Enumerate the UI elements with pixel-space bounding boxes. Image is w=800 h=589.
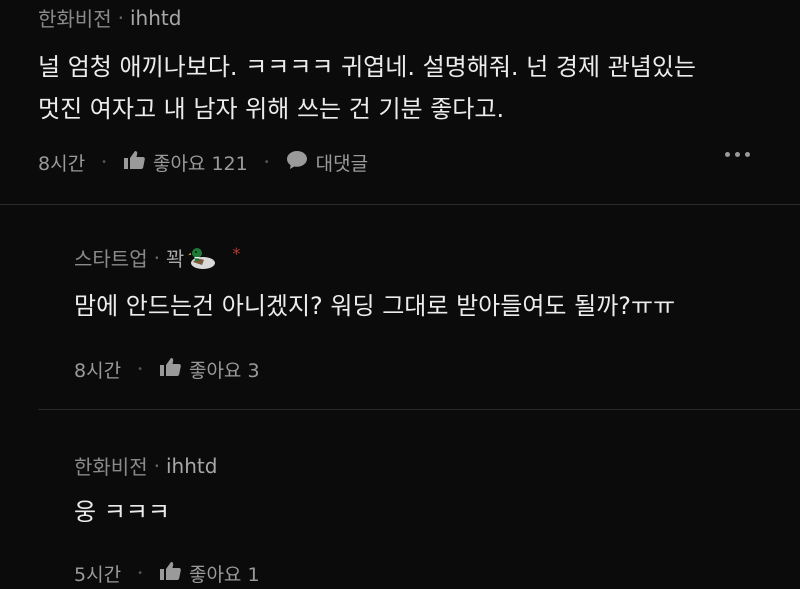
comment-meta: 한화비전 · ihhtd bbox=[38, 3, 181, 32]
like-button[interactable]: 좋아요 121 bbox=[123, 149, 248, 176]
comment-item: 한화비전 · ihhtd 널 엄청 애끼나보다. ㅋㅋㅋㅋ 귀엽네. 설명해줘.… bbox=[0, 0, 800, 205]
comment-actions: 8시간 • 좋아요 121 • 대댓글 bbox=[38, 149, 368, 176]
comment-time: 5시간 bbox=[74, 564, 122, 586]
star-badge: * bbox=[232, 244, 241, 263]
like-button[interactable]: 좋아요 3 bbox=[159, 356, 260, 383]
meta-separator: · bbox=[153, 245, 160, 270]
comment-meta: 스타트업 · 꽉 * bbox=[74, 243, 240, 272]
comment-time: 8시간 bbox=[38, 153, 86, 175]
author-name[interactable]: 스타트업 bbox=[74, 243, 148, 272]
action-separator: • bbox=[101, 157, 107, 168]
action-separator: • bbox=[137, 364, 143, 375]
duck-icon bbox=[188, 245, 218, 271]
comment-text: 맘에 안드는건 아니겠지? 워딩 그대로 받아들여도 될까?ㅠㅠ bbox=[74, 285, 675, 327]
reply-divider bbox=[38, 409, 800, 410]
comment-meta: 한화비전 · ihhtd bbox=[74, 451, 217, 480]
comment-actions: 8시간 • 좋아요 3 bbox=[74, 356, 260, 383]
comment-time: 8시간 bbox=[74, 360, 122, 382]
comment-text-line: 맘에 안드는건 아니겠지? 워딩 그대로 받아들여도 될까?ㅠㅠ bbox=[74, 292, 676, 320]
thumbs-up-icon bbox=[159, 357, 181, 382]
thumbs-up-icon bbox=[123, 150, 145, 175]
comment-actions: 5시간 • 좋아요 1 bbox=[74, 560, 260, 587]
speech-bubble-icon bbox=[286, 150, 308, 175]
action-separator: • bbox=[263, 157, 270, 168]
reply-label: 대댓글 bbox=[315, 153, 369, 175]
comment-text-line: 웅 ㅋㅋㅋ bbox=[74, 498, 170, 526]
more-options-button[interactable] bbox=[725, 152, 750, 157]
comment-text: 널 엄청 애끼나보다. ㅋㅋㅋㅋ 귀엽네. 설명해줘. 넌 경제 관념있는 멋진… bbox=[38, 46, 696, 130]
more-dots-icon bbox=[745, 152, 750, 157]
like-count-label: 좋아요 3 bbox=[188, 360, 260, 382]
meta-separator: · bbox=[117, 5, 124, 30]
action-separator: • bbox=[137, 568, 143, 579]
comment-text-line: 멋진 여자고 내 남자 위해 쓰는 건 기분 좋다고. bbox=[38, 95, 505, 123]
reply-item: 스타트업 · 꽉 * 맘에 안드는건 아니겠지? 워딩 그대로 받아들여도 될까… bbox=[0, 205, 800, 410]
comment-text: 웅 ㅋㅋㅋ bbox=[74, 491, 170, 533]
author-handle[interactable]: ihhtd bbox=[166, 454, 217, 478]
more-dots-icon bbox=[735, 152, 740, 157]
more-dots-icon bbox=[725, 152, 730, 157]
reply-item: 한화비전 · ihhtd 웅 ㅋㅋㅋ 5시간 • 좋아요 1 bbox=[0, 411, 800, 589]
like-count-label: 좋아요 1 bbox=[188, 564, 260, 586]
author-name[interactable]: 한화비전 bbox=[38, 3, 112, 32]
thumbs-up-icon bbox=[159, 561, 181, 586]
comment-text-line: 널 엄청 애끼나보다. ㅋㅋㅋㅋ 귀엽네. 설명해줘. 넌 경제 관념있는 bbox=[38, 53, 696, 81]
author-handle[interactable]: 꽉 bbox=[166, 243, 184, 272]
reply-button[interactable]: 대댓글 bbox=[286, 149, 368, 176]
meta-separator: · bbox=[153, 453, 160, 478]
author-name[interactable]: 한화비전 bbox=[74, 451, 148, 480]
like-count-label: 좋아요 121 bbox=[152, 153, 248, 175]
author-handle[interactable]: ihhtd bbox=[130, 6, 181, 30]
like-button[interactable]: 좋아요 1 bbox=[159, 560, 260, 587]
